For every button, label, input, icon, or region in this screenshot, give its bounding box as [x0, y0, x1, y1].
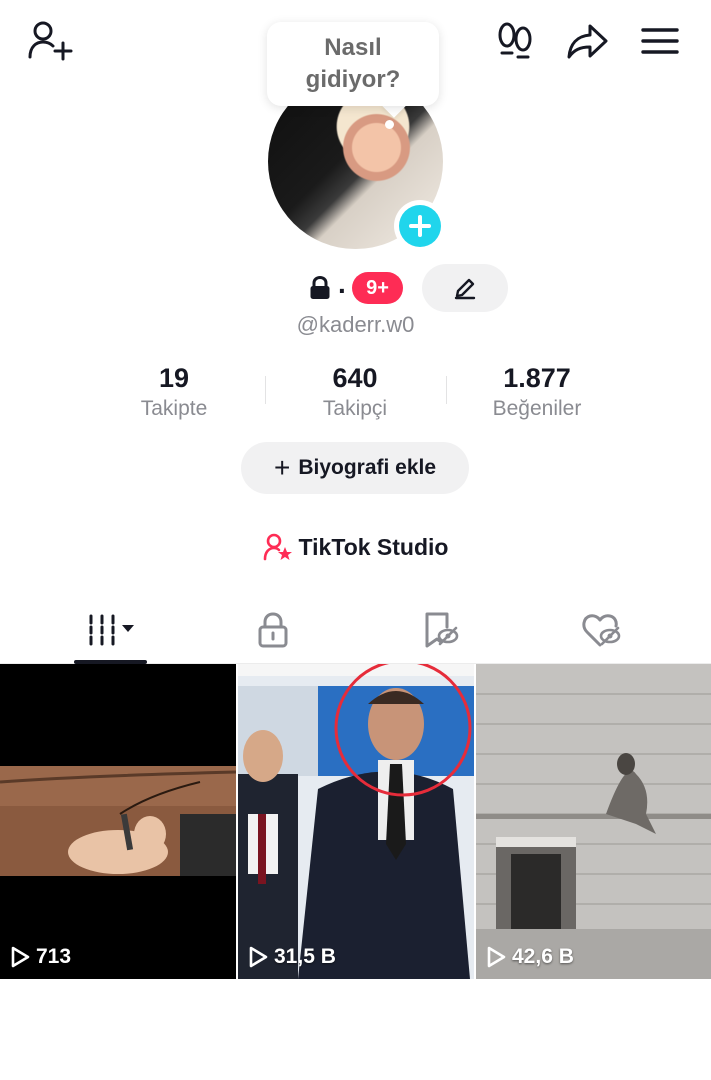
add-story-button[interactable]	[394, 200, 446, 252]
status-note-line1: Nasıl	[324, 34, 382, 61]
video-preview-image	[476, 664, 711, 979]
display-name: .	[338, 268, 346, 299]
footprint-icon	[498, 22, 532, 59]
followers-label: Takipçi	[322, 397, 388, 420]
tiktok-studio-link[interactable]: TikTok Studio	[0, 527, 711, 567]
status-note-bubble[interactable]: Nasıl gidiyor?	[267, 22, 439, 106]
stat-likes[interactable]: 1.877 Beğeniler	[447, 362, 627, 424]
heart-hidden-icon	[582, 614, 621, 647]
bubble-dot	[385, 120, 394, 129]
add-bio-button[interactable]: + Biyografi ekle	[241, 442, 469, 494]
view-count: 713	[10, 945, 71, 969]
bookmark-hidden-icon	[425, 612, 459, 648]
creator-star-icon	[263, 533, 292, 561]
share-profile-button[interactable]	[565, 20, 609, 62]
add-friend-button[interactable]	[26, 18, 74, 62]
video-thumbnail[interactable]: 31,5 B	[238, 664, 474, 979]
person-plus-icon	[28, 21, 73, 61]
following-count: 19	[158, 363, 190, 393]
video-preview-image	[0, 664, 236, 979]
video-preview-image	[238, 664, 474, 979]
grid-icon	[89, 614, 134, 646]
private-account-lock-icon	[310, 276, 330, 299]
add-bio-label: Biyografi ekle	[298, 456, 437, 479]
plus-icon	[399, 205, 441, 247]
play-icon	[487, 946, 506, 968]
username: @kaderr.w0	[296, 312, 415, 337]
tab-liked[interactable]	[512, 596, 690, 664]
profile-name-row: . 9+	[0, 264, 711, 312]
menu-button[interactable]	[640, 24, 680, 58]
video-grid: 713 31,5 B 42,6 B	[0, 664, 711, 979]
notification-badge[interactable]: 9+	[352, 272, 403, 304]
lock-icon	[258, 612, 288, 648]
stat-following[interactable]: 19 Takipte	[84, 362, 264, 424]
view-count-value: 713	[36, 945, 72, 968]
likes-count: 1.877	[503, 363, 571, 393]
profile-content-tabs	[0, 596, 711, 664]
followers-count: 640	[332, 363, 378, 393]
view-count: 31,5 B	[248, 945, 336, 969]
edit-profile-button[interactable]	[422, 264, 508, 312]
tab-private[interactable]	[184, 596, 362, 664]
profile-stats: 19 Takipte 640 Takipçi 1.877 Beğeniler	[0, 362, 711, 426]
play-icon	[11, 946, 30, 968]
video-thumbnail[interactable]: 713	[0, 664, 236, 979]
likes-label: Beğeniler	[492, 397, 582, 420]
stat-followers[interactable]: 640 Takipçi	[265, 362, 445, 424]
hamburger-menu-icon	[641, 28, 679, 54]
tab-videos[interactable]	[22, 596, 200, 664]
profile-visitors-button[interactable]	[494, 20, 536, 62]
view-count: 42,6 B	[486, 945, 574, 969]
pencil-icon	[454, 278, 476, 300]
view-count-value: 42,6 B	[512, 945, 574, 968]
play-icon	[249, 946, 268, 968]
share-arrow-icon	[567, 24, 608, 59]
status-note-line2: gidiyor?	[305, 66, 401, 93]
following-label: Takipte	[140, 397, 208, 420]
tiktok-studio-label: TikTok Studio	[298, 533, 449, 560]
tab-favorites[interactable]	[351, 596, 529, 664]
view-count-value: 31,5 B	[274, 945, 336, 968]
video-thumbnail[interactable]: 42,6 B	[476, 664, 711, 979]
plus-icon: +	[273, 452, 291, 483]
